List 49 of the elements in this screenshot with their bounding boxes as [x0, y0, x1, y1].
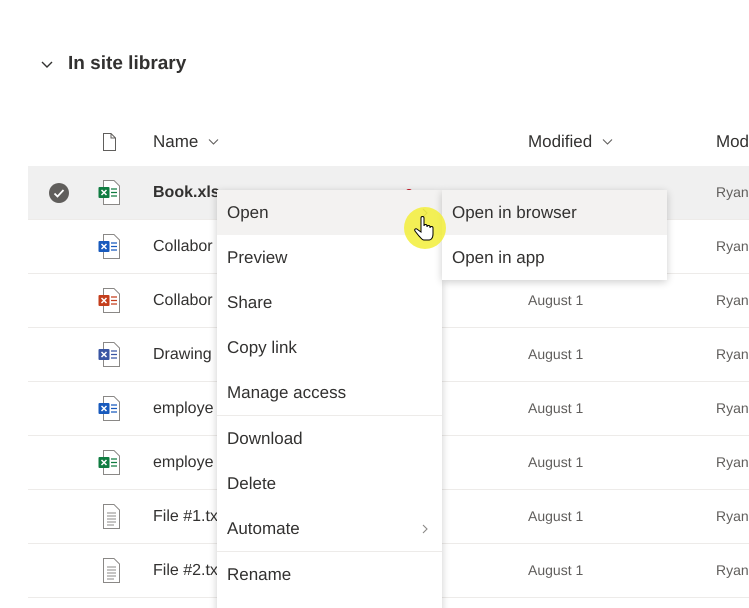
file-name[interactable]: File #1.tx [153, 508, 218, 526]
column-header[interactable]: Modified [528, 132, 614, 152]
menu-item[interactable]: Automate [217, 506, 442, 551]
document-file-icon [98, 396, 120, 421]
menu-item[interactable]: Copy link [217, 325, 442, 370]
modified-date: August 1 [528, 454, 584, 470]
spreadsheet-file-icon [98, 180, 120, 205]
document-file-icon [98, 234, 120, 259]
modified-by: Ryan [716, 184, 749, 200]
menu-item[interactable]: Open [217, 190, 442, 235]
modified-date: August 1 [528, 292, 584, 308]
diagram-file-icon [98, 342, 120, 367]
section-toggle[interactable]: In site library [40, 53, 186, 75]
menu-item[interactable]: Open in app [442, 235, 667, 280]
modified-date: August 1 [528, 400, 584, 416]
file-name[interactable]: Collabor [153, 292, 213, 310]
menu-item[interactable]: Manage access [217, 370, 442, 415]
modified-date: August 1 [528, 346, 584, 362]
section-title: In site library [68, 53, 186, 75]
menu-item[interactable]: Rename [217, 552, 442, 597]
modified-by: Ryan [716, 346, 749, 362]
column-header[interactable]: Mod [716, 132, 749, 152]
file-name[interactable]: Drawing [153, 346, 212, 364]
file-name[interactable]: employe [153, 454, 214, 472]
menu-item[interactable]: Share [217, 280, 442, 325]
modified-by: Ryan [716, 508, 749, 524]
modified-by: Ryan [716, 238, 749, 254]
sort-caret-icon [602, 138, 614, 146]
column-header[interactable]: Name [153, 132, 220, 152]
menu-item[interactable]: Download [217, 416, 442, 461]
spreadsheet-file-icon [98, 450, 120, 475]
menu-item[interactable]: Preview [217, 235, 442, 280]
menu-item[interactable]: Open in browser [442, 190, 667, 235]
modified-date: August 1 [528, 508, 584, 524]
file-name[interactable]: employe [153, 400, 214, 418]
sort-caret-icon [208, 138, 220, 146]
presentation-file-icon [98, 288, 120, 313]
file-name[interactable]: Collabor [153, 238, 213, 256]
file-type-icon [102, 132, 116, 150]
hand-cursor-icon [403, 206, 447, 250]
menu-item[interactable]: Delete [217, 461, 442, 506]
modified-by: Ryan [716, 562, 749, 578]
modified-by: Ryan [716, 400, 749, 416]
modified-date: August 1 [528, 562, 584, 578]
modified-by: Ryan [716, 454, 749, 470]
modified-by: Ryan [716, 292, 749, 308]
file-name[interactable]: Book.xls [153, 184, 220, 202]
checkmark-icon [49, 182, 69, 202]
file-name[interactable]: File #2.tx [153, 562, 218, 580]
